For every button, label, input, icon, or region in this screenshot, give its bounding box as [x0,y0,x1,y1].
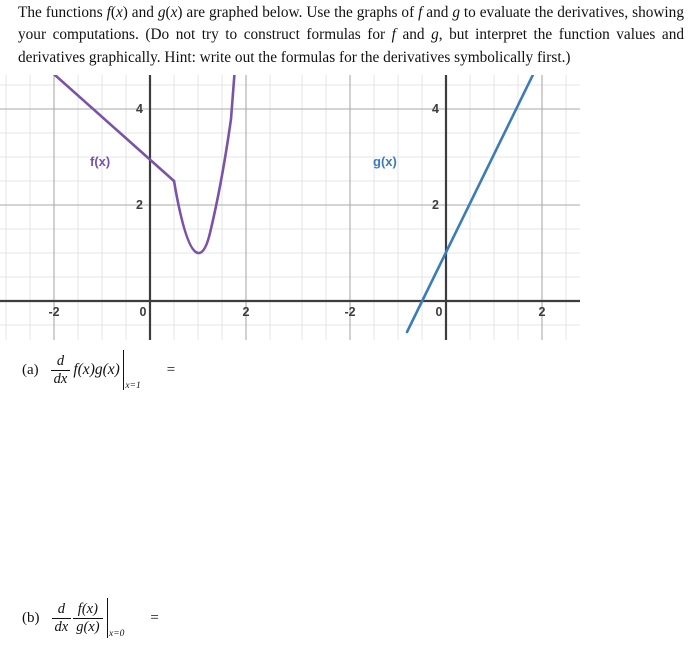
part-b-derivative-operator: d dx [51,600,72,635]
g-ytick-2: 2 [432,198,439,212]
g-line [405,75,535,334]
g-xtick--2: -2 [344,305,355,319]
part-a-derivative-operator: d dx [50,352,71,387]
part-a-tag: (a) [22,361,39,378]
problem-statement: The functions f(x) and g(x) are graphed … [18,4,684,66]
part-a-expression: f(x)g(x) [73,361,120,378]
part-a: (a) d dx f(x)g(x) x=1 = [22,350,176,391]
part-b-equals: = [150,609,159,626]
part-b-d: d [57,600,65,617]
part-b-evaluation: x=0 [106,598,125,639]
part-a-eval-at: x=1 [125,381,141,391]
f-ytick-4: 4 [136,102,143,116]
graph-f-of-x: -2 0 2 4 2 f(x) [0,75,290,340]
f-linear-segment [52,75,176,183]
g-xtick-2: 2 [539,305,546,319]
part-a-dx: dx [50,369,71,387]
part-a-d: d [56,352,65,369]
part-b: (b) d dx f(x) g(x) x=0 = [22,598,159,639]
graph-g-svg: -2 0 2 4 2 g(x) [290,75,580,340]
part-a-evaluation: x=1 [122,350,141,391]
evaluation-bar [122,350,124,390]
f-xtick--2: -2 [48,305,59,319]
part-b-numerator: f(x) [77,600,98,617]
part-b-tag: (b) [22,609,40,626]
part-b-quotient: f(x) g(x) [73,600,103,635]
part-b-eval-at: x=0 [109,629,125,639]
f-xtick-0: 0 [140,305,147,319]
f-parabola-segment [172,75,236,255]
part-b-denominator: g(x) [73,617,103,635]
evaluation-bar [106,598,108,638]
f-curve-label: f(x) [90,154,110,169]
f-ytick-2: 2 [136,198,143,212]
graph-f-svg: -2 0 2 4 2 f(x) [0,75,290,340]
g-xtick-0: 0 [436,305,443,319]
graph-g-of-x: -2 0 2 4 2 g(x) [290,75,580,340]
part-b-dx: dx [51,617,72,635]
g-ytick-4: 4 [432,102,439,116]
g-curve-label: g(x) [373,154,397,169]
f-xtick-2: 2 [243,305,250,319]
part-a-equals: = [166,361,176,378]
